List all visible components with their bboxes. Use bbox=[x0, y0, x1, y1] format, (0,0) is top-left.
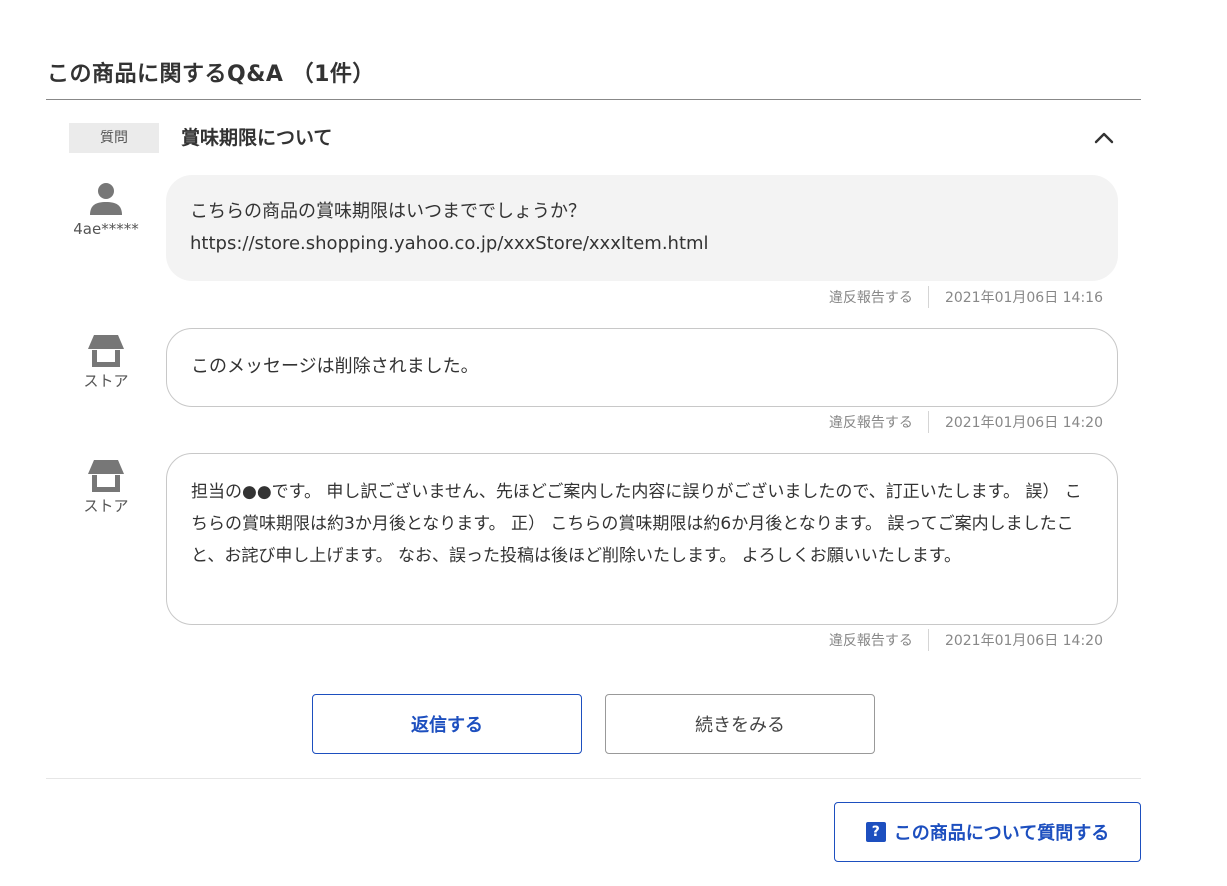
bottom-divider bbox=[46, 778, 1141, 779]
reply-button[interactable]: 返信する bbox=[312, 694, 582, 754]
author-name: ストア bbox=[83, 497, 129, 515]
store-icon bbox=[88, 460, 124, 492]
title-divider bbox=[46, 99, 1141, 100]
question-icon: ? bbox=[865, 822, 886, 842]
chevron-up-icon bbox=[1094, 132, 1114, 144]
report-link[interactable]: 違反報告する bbox=[829, 287, 928, 307]
author-name: 4ae***** bbox=[73, 220, 139, 238]
store-avatar: ストア bbox=[66, 458, 146, 515]
message-meta: 違反報告する 2021年01月06日 14:20 bbox=[829, 629, 1103, 651]
store-avatar: ストア bbox=[66, 333, 146, 390]
store-icon bbox=[88, 335, 124, 367]
user-avatar: 4ae***** bbox=[66, 181, 146, 238]
report-link[interactable]: 違反報告する bbox=[829, 630, 928, 650]
ask-question-button[interactable]: ? この商品について質問する bbox=[834, 802, 1141, 862]
user-icon bbox=[90, 183, 122, 215]
message-date: 2021年01月06日 14:20 bbox=[944, 633, 1103, 649]
qa-section-title: この商品に関するQ&A （1件） bbox=[47, 62, 375, 87]
author-name: ストア bbox=[83, 372, 129, 390]
collapse-button[interactable] bbox=[1090, 124, 1118, 152]
message-meta: 違反報告する 2021年01月06日 14:20 bbox=[829, 411, 1103, 433]
report-link[interactable]: 違反報告する bbox=[829, 412, 928, 432]
message-meta: 違反報告する 2021年01月06日 14:16 bbox=[829, 286, 1103, 308]
message-date: 2021年01月06日 14:16 bbox=[944, 290, 1103, 306]
message-bubble: このメッセージは削除されました。 bbox=[166, 328, 1118, 407]
message-date: 2021年01月06日 14:20 bbox=[944, 415, 1103, 431]
ask-question-label: この商品について質問する bbox=[893, 823, 1110, 844]
question-title: 賞味期限について bbox=[181, 127, 333, 149]
message-bubble: 担当の●●です。 申し訳ございません、先ほどご案内した内容に誤りがございましたの… bbox=[166, 453, 1118, 625]
see-more-button[interactable]: 続きをみる bbox=[605, 694, 875, 754]
message-bubble: こちらの商品の賞味期限はいつまででしょうか？ https://store.sho… bbox=[166, 175, 1118, 281]
question-badge: 質問 bbox=[69, 123, 159, 153]
